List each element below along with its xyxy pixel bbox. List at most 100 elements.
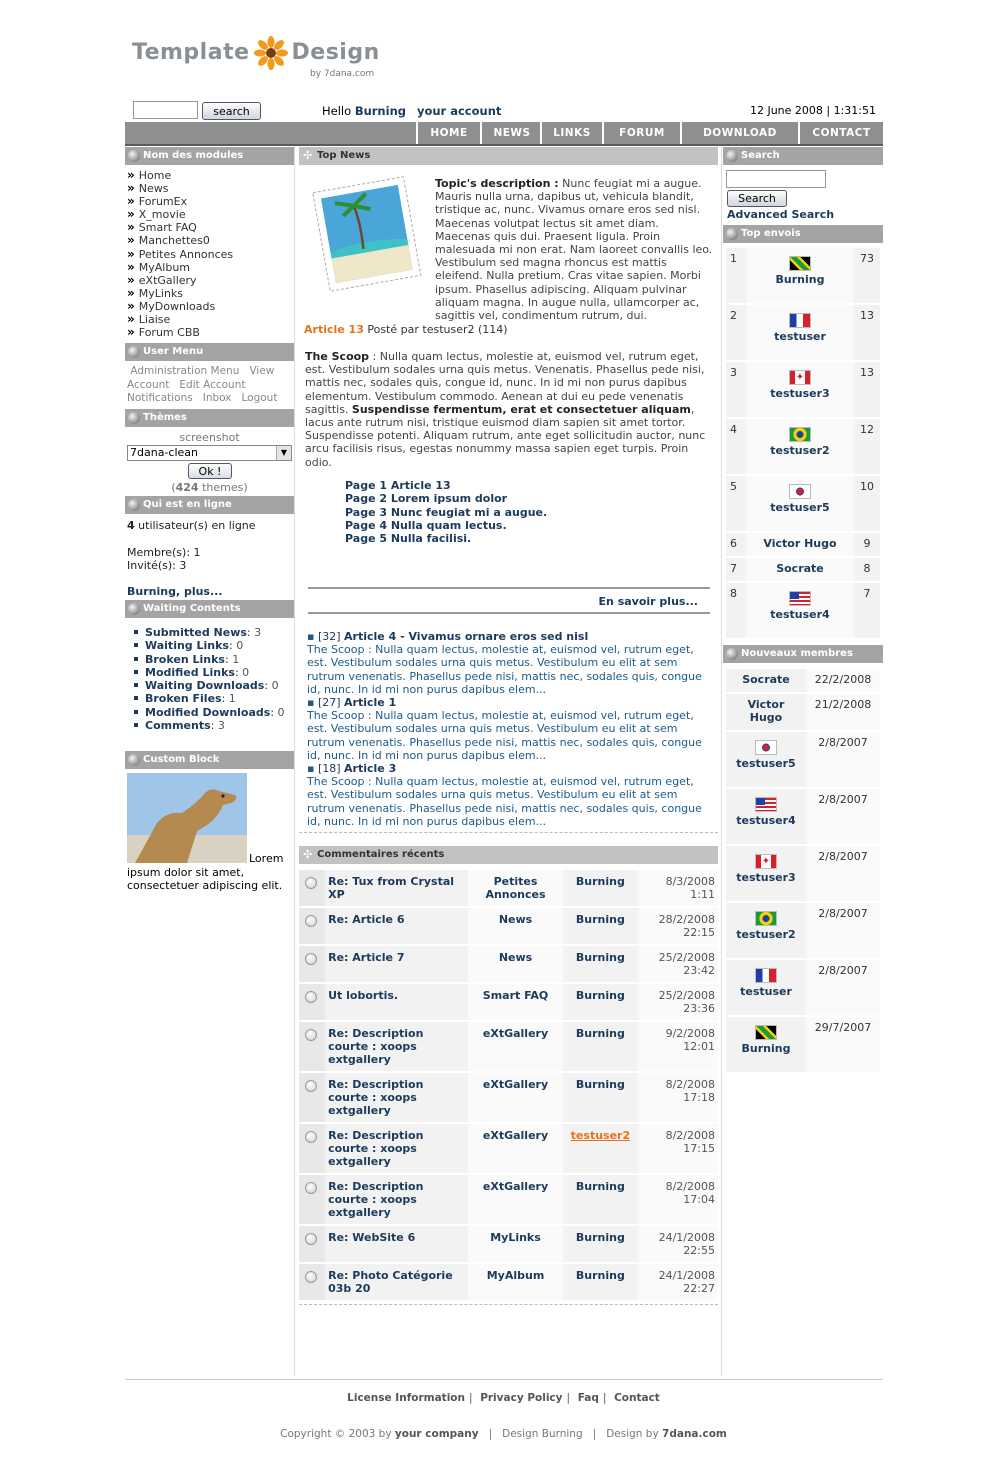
- nav-forum[interactable]: FORUM: [602, 122, 680, 144]
- usermenu-admin[interactable]: Administration Menu: [130, 365, 239, 377]
- module-link-forumex[interactable]: ForumEx: [127, 195, 233, 208]
- top-search-input[interactable]: [133, 101, 198, 119]
- comment-title[interactable]: Re: Description courte : xoops extgaller…: [325, 1022, 468, 1071]
- nav-download[interactable]: DOWNLOAD: [680, 122, 798, 144]
- theme-select[interactable]: 7dana-clean ▼: [127, 445, 292, 461]
- module-link-home[interactable]: Home: [127, 169, 233, 182]
- member-name[interactable]: Victor Hugo: [730, 698, 802, 724]
- waiting-item[interactable]: Broken Files: 1: [133, 692, 293, 705]
- waiting-item[interactable]: Waiting Downloads: 0: [133, 679, 293, 692]
- comment-title[interactable]: Re: Photo Catégorie 03b 20: [325, 1264, 468, 1300]
- comment-poster[interactable]: Burning: [563, 870, 638, 906]
- comment-module[interactable]: eXtGallery: [467, 1022, 564, 1071]
- waiting-item[interactable]: Modified Links: 0: [133, 666, 293, 679]
- nav-links[interactable]: LINKS: [540, 122, 602, 144]
- poster-name[interactable]: Victor Hugo: [750, 537, 850, 550]
- footer-privacy-link[interactable]: Privacy Policy: [480, 1392, 562, 1404]
- comment-poster[interactable]: Burning: [563, 1022, 638, 1071]
- poster-name[interactable]: Burning: [750, 273, 850, 286]
- comment-module[interactable]: Petites Annonces: [467, 870, 564, 906]
- username-link[interactable]: Burning: [355, 104, 406, 118]
- module-link-extgallery[interactable]: eXtGallery: [127, 274, 233, 287]
- comment-title[interactable]: Re: Article 7: [325, 946, 468, 982]
- waiting-item[interactable]: Submitted News: 3: [133, 626, 293, 639]
- poster-name[interactable]: Socrate: [750, 562, 850, 575]
- waiting-item[interactable]: Comments: 3: [133, 719, 293, 732]
- page-link-2[interactable]: Page 2 Lorem ipsum dolor: [345, 492, 507, 505]
- nav-contact[interactable]: CONTACT: [798, 122, 883, 144]
- side-search-button[interactable]: Search: [727, 190, 787, 207]
- dana-link[interactable]: 7dana.com: [662, 1428, 727, 1440]
- comment-poster[interactable]: testuser2: [563, 1124, 638, 1173]
- article-link[interactable]: Article 13: [304, 323, 364, 336]
- comment-module[interactable]: eXtGallery: [467, 1175, 564, 1224]
- comment-poster[interactable]: Burning: [563, 1175, 638, 1224]
- comment-title[interactable]: Re: Tux from Crystal XP: [325, 870, 468, 906]
- nav-news[interactable]: NEWS: [480, 122, 542, 144]
- comment-poster[interactable]: Burning: [563, 1226, 638, 1262]
- comment-module[interactable]: eXtGallery: [467, 1124, 564, 1173]
- footer-contact-link[interactable]: Contact: [614, 1392, 660, 1404]
- chevron-down-icon[interactable]: ▼: [276, 446, 291, 460]
- comment-module[interactable]: News: [467, 946, 564, 982]
- comment-poster[interactable]: Burning: [563, 908, 638, 944]
- member-name[interactable]: testuser2: [730, 928, 802, 941]
- comment-poster[interactable]: Burning: [563, 984, 638, 1020]
- comment-poster-link[interactable]: testuser2: [571, 1129, 630, 1142]
- page-link-5[interactable]: Page 5 Nulla facilisi.: [345, 532, 471, 545]
- module-link-smart-faq[interactable]: Smart FAQ: [127, 221, 233, 234]
- comment-module[interactable]: MyAlbum: [467, 1264, 564, 1300]
- member-name[interactable]: testuser3: [730, 871, 802, 884]
- member-name[interactable]: Burning: [730, 1042, 802, 1055]
- nav-home[interactable]: HOME: [416, 122, 480, 144]
- footer-faq-link[interactable]: Faq: [578, 1392, 599, 1404]
- your-account-link[interactable]: your account: [417, 104, 501, 118]
- module-link-news[interactable]: News: [127, 182, 233, 195]
- news-title-link[interactable]: Article 3: [344, 762, 396, 775]
- page-link-3[interactable]: Page 3 Nunc feugiat mi a augue.: [345, 506, 547, 519]
- comment-module[interactable]: News: [467, 908, 564, 944]
- module-link-mylinks[interactable]: MyLinks: [127, 287, 233, 300]
- member-name[interactable]: testuser: [730, 985, 802, 998]
- comment-module[interactable]: eXtGallery: [467, 1073, 564, 1122]
- member-name[interactable]: Socrate: [730, 673, 802, 686]
- company-link[interactable]: your company: [395, 1428, 479, 1440]
- comment-poster[interactable]: Burning: [563, 946, 638, 982]
- comment-title[interactable]: Ut lobortis.: [325, 984, 468, 1020]
- member-name[interactable]: testuser4: [730, 814, 802, 827]
- top-search-button[interactable]: search: [202, 102, 261, 120]
- waiting-item[interactable]: Waiting Links: 0: [133, 639, 293, 652]
- footer-license-link[interactable]: License Information: [347, 1392, 465, 1404]
- poster-name[interactable]: testuser4: [750, 608, 850, 621]
- news-title-link[interactable]: Article 4 - Vivamus ornare eros sed nisl: [344, 630, 588, 643]
- comment-module[interactable]: MyLinks: [467, 1226, 564, 1262]
- poster-name[interactable]: testuser5: [750, 501, 850, 514]
- comment-title[interactable]: Re: Article 6: [325, 908, 468, 944]
- module-link-petites-annonces[interactable]: Petites Annonces: [127, 248, 233, 261]
- theme-ok-button[interactable]: Ok !: [188, 463, 232, 479]
- comment-title[interactable]: Re: Description courte : xoops extgaller…: [325, 1175, 468, 1224]
- poster-name[interactable]: testuser3: [750, 387, 850, 400]
- member-name[interactable]: testuser5: [730, 757, 802, 770]
- page-link-4[interactable]: Page 4 Nulla quam lectus.: [345, 519, 507, 532]
- more-link[interactable]: En savoir plus...: [308, 595, 698, 608]
- poster-name[interactable]: testuser: [750, 330, 850, 343]
- comment-poster[interactable]: Burning: [563, 1073, 638, 1122]
- waiting-item[interactable]: Broken Links: 1: [133, 653, 293, 666]
- comment-module[interactable]: Smart FAQ: [467, 984, 564, 1020]
- module-link-liaise[interactable]: Liaise: [127, 313, 233, 326]
- usermenu-edit-account[interactable]: Edit Account: [179, 379, 245, 391]
- module-link-mydownloads[interactable]: MyDownloads: [127, 300, 233, 313]
- side-search-input[interactable]: [726, 170, 826, 188]
- waiting-item[interactable]: Modified Downloads: 0: [133, 706, 293, 719]
- poster-name[interactable]: testuser2: [750, 444, 850, 457]
- module-link-manchettes[interactable]: Manchettes0: [127, 234, 233, 247]
- module-link-myalbum[interactable]: MyAlbum: [127, 261, 233, 274]
- advanced-search-link[interactable]: Advanced Search: [727, 208, 834, 221]
- comment-title[interactable]: Re: Description courte : xoops extgaller…: [325, 1073, 468, 1122]
- module-link-forum-cbb[interactable]: Forum CBB: [127, 326, 233, 339]
- usermenu-notifications[interactable]: Notifications: [127, 392, 193, 404]
- news-title-link[interactable]: Article 1: [344, 696, 396, 709]
- online-more-link[interactable]: Burning, plus...: [127, 585, 293, 598]
- usermenu-inbox[interactable]: Inbox: [203, 392, 232, 404]
